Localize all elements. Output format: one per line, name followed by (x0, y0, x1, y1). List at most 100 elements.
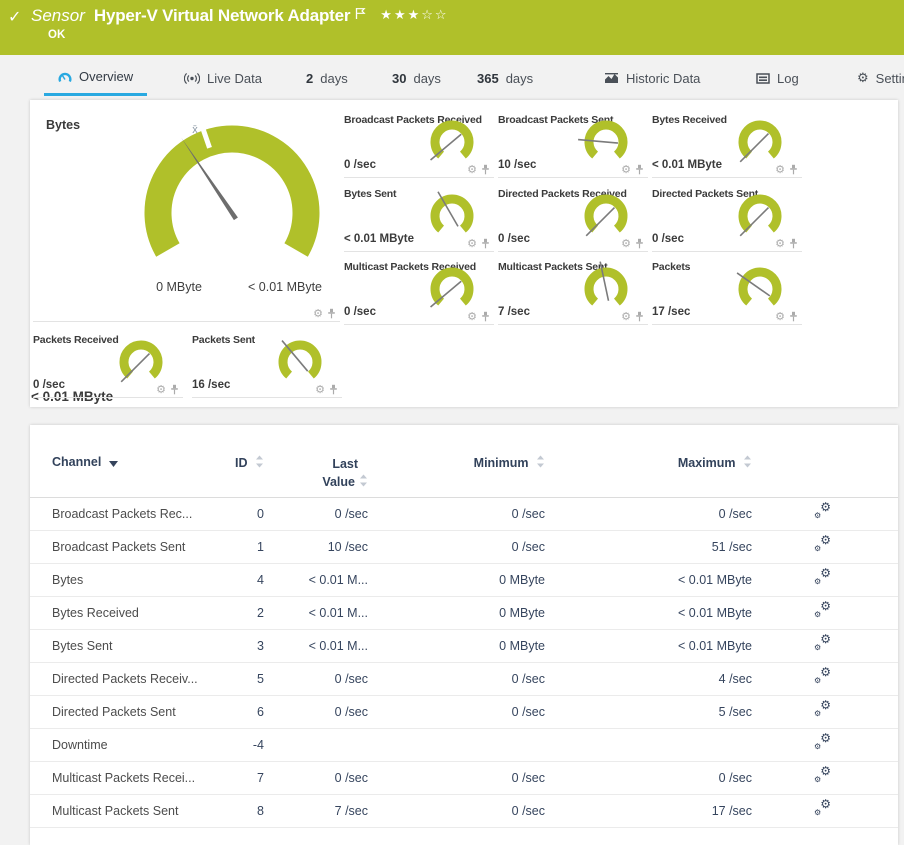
pin-icon[interactable] (635, 311, 644, 322)
column-header-minimum[interactable]: Minimum (368, 425, 545, 498)
column-label: ID (235, 456, 248, 470)
channel-last-value: 0 /sec (264, 695, 368, 729)
channel-gauge-tile[interactable]: Broadcast Packets Sent 10 /sec ⚙ (498, 112, 648, 178)
pin-icon[interactable] (329, 384, 338, 395)
channel-settings-icon[interactable]: ⚙ ⚙ (814, 798, 831, 817)
primary-gauge-title: Bytes (46, 118, 81, 132)
column-header-id[interactable]: ID (224, 425, 264, 498)
channel-last-value: 7 /sec (264, 794, 368, 828)
tab-number: 2 (306, 70, 314, 86)
table-row[interactable]: Multicast Packets Sent 8 7 /sec 0 /sec 1… (30, 794, 898, 828)
gear-icon[interactable]: ⚙ (775, 311, 785, 322)
column-label: Maximum (677, 456, 736, 470)
table-row[interactable]: Bytes Sent 3 < 0.01 M... 0 MByte < 0.01 … (30, 629, 898, 663)
tab-30-days[interactable]: 30 days (378, 60, 455, 96)
channel-settings-icon[interactable]: ⚙ ⚙ (814, 666, 831, 685)
channel-settings-icon[interactable]: ⚙ ⚙ (814, 699, 831, 718)
big-gear-icon: ⚙ (820, 731, 831, 745)
gear-icon[interactable]: ⚙ (621, 311, 631, 322)
table-row[interactable]: Directed Packets Sent 6 0 /sec 0 /sec 5 … (30, 695, 898, 729)
pin-icon[interactable] (481, 238, 490, 249)
channel-last-value: 10 /sec (264, 530, 368, 564)
gear-icon[interactable]: ⚙ (621, 164, 631, 175)
channel-gauge-tile[interactable]: Directed Packets Sent 0 /sec ⚙ (652, 186, 802, 252)
channel-settings-icon[interactable]: ⚙ ⚙ (814, 501, 831, 520)
gear-icon[interactable]: ⚙ (313, 308, 323, 319)
tab-settings[interactable]: ⚙ Settings (843, 60, 904, 96)
channel-table: Channel ID Last Value Minimum Maximum Br… (30, 425, 898, 828)
tab-log[interactable]: Log (742, 60, 813, 96)
tab-number: 365 (477, 70, 499, 86)
channel-gauge-tile[interactable]: Packets Sent 16 /sec ⚙ (192, 332, 342, 398)
channel-gauge-tile[interactable]: Packets 17 /sec ⚙ (652, 259, 802, 325)
channel-settings-icon[interactable]: ⚙ ⚙ (814, 534, 831, 553)
channel-id: 5 (224, 662, 264, 696)
table-row[interactable]: Bytes 4 < 0.01 M... 0 MByte < 0.01 MByte… (30, 563, 898, 597)
column-header-channel[interactable]: Channel (30, 425, 224, 498)
table-row[interactable]: Broadcast Packets Rec... 0 0 /sec 0 /sec… (30, 497, 898, 531)
column-header-last-value[interactable]: Last Value (264, 425, 368, 498)
channel-maximum: < 0.01 MByte (545, 629, 752, 663)
channel-last-value: 0 /sec (264, 662, 368, 696)
channel-settings-icon[interactable]: ⚙ ⚙ (814, 600, 831, 619)
table-row[interactable]: Downtime -4 ⚙ ⚙ (30, 728, 898, 762)
big-gear-icon: ⚙ (820, 764, 831, 778)
pin-icon[interactable] (789, 311, 798, 322)
channel-gauge-tile[interactable]: Multicast Packets Sent 7 /sec ⚙ (498, 259, 648, 325)
pin-icon[interactable] (789, 164, 798, 175)
gear-icon[interactable]: ⚙ (156, 384, 166, 395)
tab-live-data[interactable]: Live Data (170, 60, 276, 96)
column-label: Minimum (473, 456, 529, 470)
pin-icon[interactable] (481, 311, 490, 322)
tab-overview[interactable]: Overview (44, 60, 148, 96)
pin-icon[interactable] (635, 164, 644, 175)
channel-name: Bytes Received (30, 596, 224, 630)
priority-stars[interactable]: ★★★☆☆ (380, 8, 448, 23)
column-header-maximum[interactable]: Maximum (545, 425, 752, 498)
table-row[interactable]: Bytes Received 2 < 0.01 M... 0 MByte < 0… (30, 596, 898, 630)
pin-icon[interactable] (327, 308, 336, 319)
gear-icon[interactable]: ⚙ (621, 238, 631, 249)
gear-icon[interactable]: ⚙ (467, 311, 477, 322)
gauge-value: 0 /sec (498, 233, 530, 245)
tab-2-days[interactable]: 2 days (292, 60, 362, 96)
pin-icon[interactable] (635, 238, 644, 249)
channel-id: 1 (224, 530, 264, 564)
column-label: Last (332, 457, 359, 471)
gear-icon[interactable]: ⚙ (467, 238, 477, 249)
channel-gauge-tile[interactable]: Multicast Packets Received 0 /sec ⚙ (344, 259, 494, 325)
gauge-dial (430, 267, 474, 308)
tab-historic-data[interactable]: Historic Data (590, 60, 714, 96)
channel-id: 0 (224, 497, 264, 531)
tab-label: Live Data (207, 70, 262, 86)
flag-icon[interactable] (355, 7, 366, 25)
channel-settings-icon[interactable]: ⚙ ⚙ (814, 731, 831, 751)
pin-icon[interactable] (789, 238, 798, 249)
gauge-dial (738, 120, 782, 163)
channel-gauge-tile[interactable]: Directed Packets Received 0 /sec ⚙ (498, 186, 648, 252)
channel-settings-icon[interactable]: ⚙ ⚙ (814, 633, 831, 652)
pin-icon[interactable] (170, 384, 179, 395)
channel-settings-icon[interactable]: ⚙ ⚙ (814, 764, 831, 784)
channel-gauge-tile[interactable]: Bytes Sent < 0.01 MByte ⚙ (344, 186, 494, 252)
channel-maximum: 17 /sec (545, 794, 752, 828)
channel-gauge-tile[interactable]: Bytes Received < 0.01 MByte ⚙ (652, 112, 802, 178)
channel-id: 3 (224, 629, 264, 663)
channel-gauge-tile[interactable]: Packets Received 0 /sec ⚙ (33, 332, 183, 398)
pin-icon[interactable] (481, 164, 490, 175)
table-row[interactable]: Directed Packets Receiv... 5 0 /sec 0 /s… (30, 662, 898, 696)
channel-settings-icon[interactable]: ⚙ ⚙ (814, 566, 831, 586)
table-row[interactable]: Multicast Packets Recei... 7 0 /sec 0 /s… (30, 761, 898, 795)
channel-name: Broadcast Packets Sent (30, 530, 224, 564)
tab-label: Historic Data (626, 70, 701, 86)
area-chart-icon (604, 72, 619, 84)
big-gear-icon: ⚙ (820, 566, 831, 580)
gear-icon[interactable]: ⚙ (315, 384, 325, 395)
tab-365-days[interactable]: 365 days (463, 60, 547, 96)
table-row[interactable]: Broadcast Packets Sent 1 10 /sec 0 /sec … (30, 530, 898, 564)
gear-icon[interactable]: ⚙ (775, 164, 785, 175)
channel-gauge-tile[interactable]: Broadcast Packets Received 0 /sec ⚙ (344, 112, 494, 178)
gear-icon[interactable]: ⚙ (775, 238, 785, 249)
tab-number: 30 (392, 70, 407, 86)
gear-icon[interactable]: ⚙ (467, 164, 477, 175)
